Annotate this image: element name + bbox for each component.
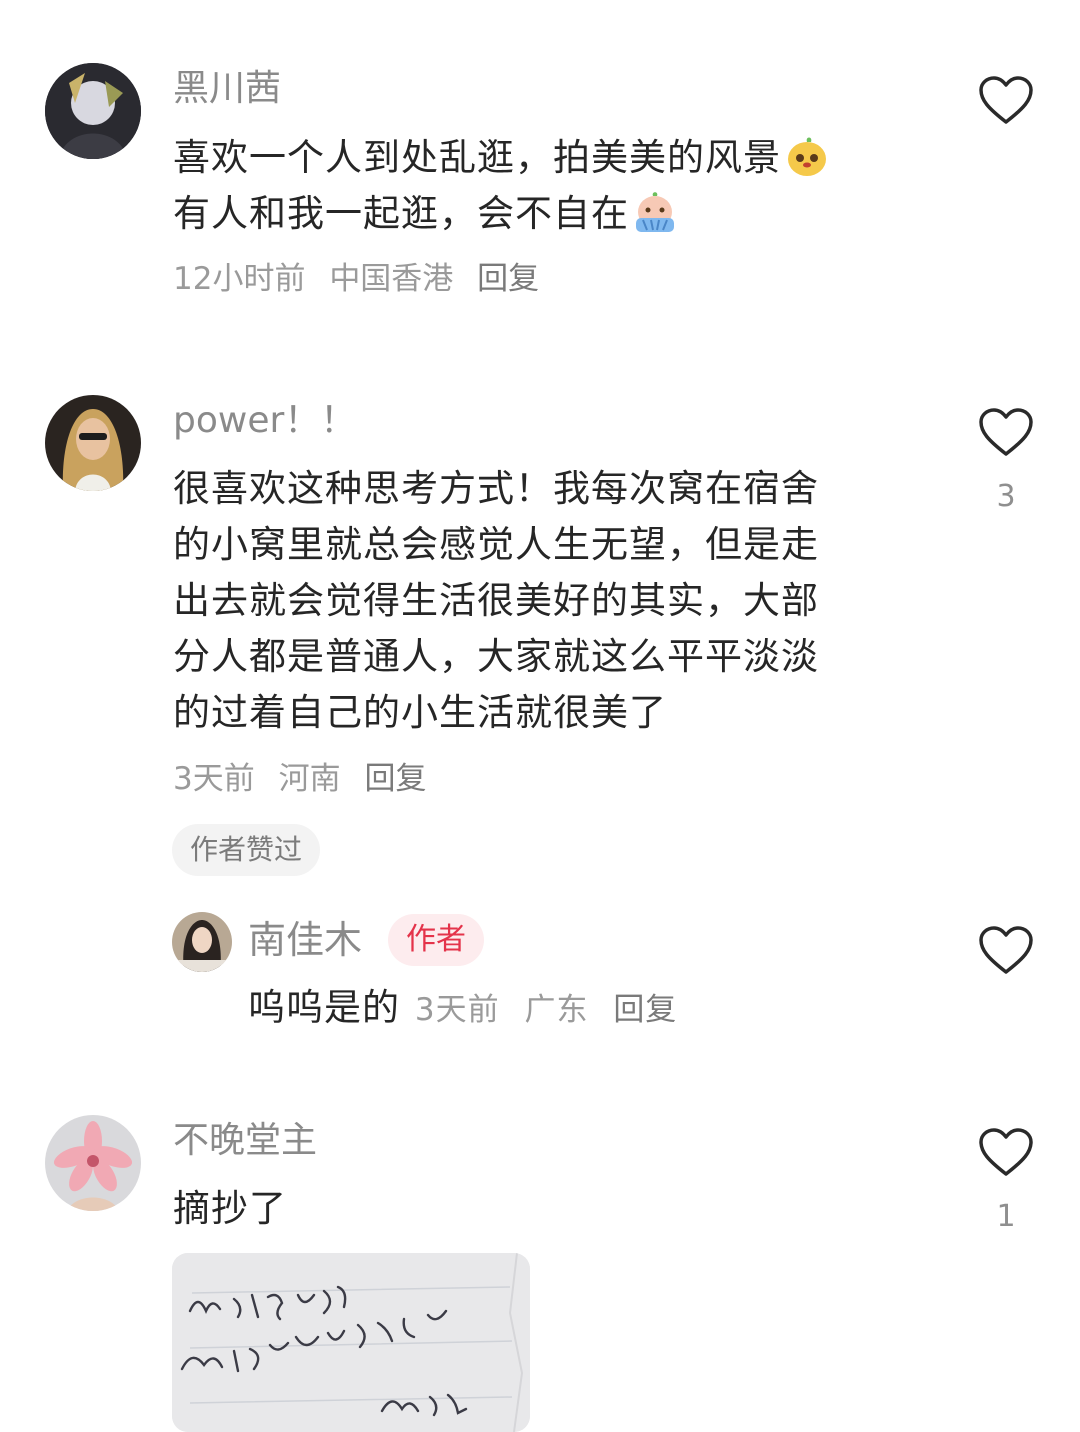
like-count: 3 — [996, 479, 1016, 514]
username[interactable]: 黑川茜 — [173, 67, 281, 111]
heart-outline-icon — [979, 408, 1033, 456]
comment-text: 喜欢一个人到处乱逛，拍美美的风景 有人和我一起逛，会不自在 — [173, 130, 953, 242]
comment-text-line: 分人都是普通人，大家就这么平平淡淡 — [173, 635, 819, 678]
comment-text-line: 很喜欢这种思考方式！我每次窝在宿舍 — [173, 467, 819, 510]
comment-location: 河南 — [278, 761, 341, 797]
reply-time: 3天前 — [414, 992, 500, 1028]
comment-text-line: 出去就会觉得生活很美好的其实，大部 — [173, 579, 819, 622]
like-button[interactable]: 3 — [976, 408, 1036, 514]
author-liked-badge: 作者赞过 — [172, 824, 321, 876]
reply-text-row: 呜呜是的 3天前 广东 回复 — [248, 980, 691, 1036]
like-button[interactable] — [976, 76, 1036, 126]
reply-meta: 3天前 广东 回复 — [404, 992, 691, 1028]
username[interactable]: power！！ — [173, 399, 356, 443]
comment-text: 很喜欢这种思考方式！我每次窝在宿舍 的小窝里就总会感觉人生无望，但是走 出去就会… — [173, 461, 953, 741]
reply-location: 广东 — [524, 992, 589, 1028]
heart-outline-icon — [979, 1128, 1033, 1176]
crying-face-emoji-icon — [633, 190, 677, 234]
comment-text-line: 的过着自己的小生活就很美了 — [173, 691, 667, 734]
reply-text: 呜呜是的 — [248, 986, 400, 1029]
author-tag: 作者 — [388, 914, 484, 966]
comment-meta: 3天前 河南 回复 — [173, 759, 440, 799]
heart-outline-icon — [979, 76, 1033, 124]
avatar[interactable] — [172, 912, 232, 972]
comment-text-line: 喜欢一个人到处乱逛，拍美美的风景 — [173, 136, 781, 179]
comment-text-line: 有人和我一起逛，会不自在 — [173, 192, 629, 235]
comment-time: 3天前 — [173, 761, 255, 797]
like-count: 1 — [996, 1199, 1016, 1234]
like-button[interactable] — [976, 926, 1036, 976]
comment-image[interactable] — [172, 1253, 530, 1432]
comment-text-line: 的小窝里就总会感觉人生无望，但是走 — [173, 523, 819, 566]
reply-button[interactable]: 回复 — [364, 761, 426, 797]
comment-meta: 12小时前 中国香港 回复 — [173, 259, 553, 299]
yellow-face-emoji-icon — [785, 134, 829, 178]
reply-button[interactable]: 回复 — [613, 992, 677, 1028]
comment-time: 12小时前 — [173, 261, 306, 297]
reply-button[interactable]: 回复 — [477, 261, 539, 297]
avatar[interactable] — [45, 63, 141, 159]
avatar[interactable] — [45, 395, 141, 491]
like-button[interactable]: 1 — [976, 1128, 1036, 1234]
username[interactable]: 不晚堂主 — [173, 1119, 317, 1163]
username[interactable]: 南佳木 — [248, 918, 362, 962]
avatar[interactable] — [45, 1115, 141, 1211]
comment-location: 中国香港 — [329, 261, 454, 297]
comment-text: 摘抄了 — [173, 1187, 287, 1230]
heart-outline-icon — [979, 926, 1033, 974]
